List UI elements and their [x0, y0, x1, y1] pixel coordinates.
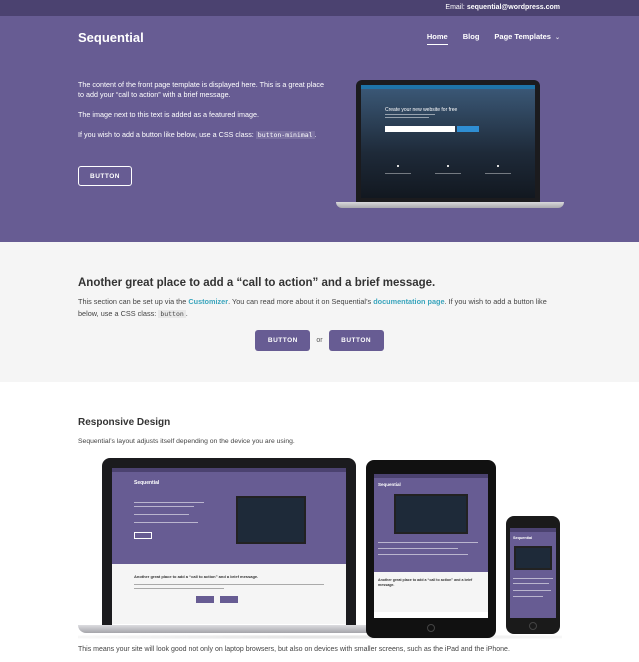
contact-email[interactable]: Email: sequential@wordpress.com [445, 4, 560, 11]
preview-button [196, 596, 214, 603]
customizer-link[interactable]: Customizer [188, 297, 228, 306]
hero-paragraph-1: The content of the front page template i… [78, 80, 324, 99]
phone-preview: Sequential [510, 528, 556, 618]
preview-cta-title: Another great place to add a “call to ac… [134, 574, 259, 579]
phone-home-button [529, 622, 537, 630]
main-navigation: Home Blog Page Templates ⌄ [426, 32, 560, 45]
top-bar: Email: sequential@wordpress.com [0, 0, 639, 16]
cta-button-2[interactable]: BUTTON [328, 330, 384, 351]
hero-text: The content of the front page template i… [78, 80, 328, 150]
preview-cta: Another great place to add a “call to ac… [374, 572, 488, 612]
preview-button [220, 596, 238, 603]
preview-line [378, 548, 458, 549]
device-tablet: Sequential Another great place to add a … [366, 460, 496, 638]
preview-laptop [514, 546, 552, 570]
hero-paragraph-3-end: . [314, 130, 317, 139]
responsive-devices-image: Sequential Another great place to add a … [78, 458, 562, 640]
or-label: or [316, 337, 323, 344]
hero-paragraph-3: If you wish to add a button like below, … [78, 130, 328, 140]
screen-input [385, 126, 455, 132]
preview-line [513, 596, 543, 597]
tablet-preview: Sequential Another great place to add a … [374, 474, 488, 618]
documentation-link[interactable]: documentation page [373, 297, 444, 306]
hero-button[interactable]: BUTTON [78, 166, 132, 186]
device-laptop: Sequential Another great place to add a … [102, 458, 356, 628]
responsive-title: Responsive Design [78, 417, 171, 428]
preview-line [378, 542, 478, 543]
laptop-base [336, 202, 564, 208]
preview-line [134, 502, 204, 503]
screen-feature-icon [497, 165, 499, 167]
preview-logo: Sequential [378, 482, 401, 487]
preview-logo: Sequential [134, 480, 160, 486]
cta-title: Another great place to add a “call to ac… [78, 277, 436, 289]
screen-feature-text [435, 173, 461, 174]
nav-home[interactable]: Home [426, 32, 448, 45]
hero-paragraph-2: The image next to this text is added as … [78, 110, 259, 119]
cta-button-1[interactable]: BUTTON [255, 330, 311, 351]
preview-line [378, 554, 468, 555]
preview-line [134, 584, 324, 585]
tablet-home-button [427, 624, 435, 632]
device-phone: Sequential [506, 516, 560, 634]
preview-line [134, 522, 198, 523]
preview-line [134, 506, 194, 507]
preview-line [513, 578, 553, 579]
nav-page-templates-label: Page Templates [494, 32, 551, 41]
featured-image-laptop: Create your new website for free [336, 80, 564, 210]
cta-description: This section can be set up via the Custo… [78, 296, 568, 320]
responsive-footnote: This means your site will look good not … [78, 646, 510, 653]
screen-title: Create your new website for free [385, 107, 458, 113]
preview-hero: Sequential [374, 478, 488, 572]
site-logo[interactable]: Sequential [78, 30, 144, 45]
laptop-screen: Create your new website for free [361, 85, 535, 198]
css-class-code: button-minimal [255, 131, 315, 139]
preview-laptop [236, 496, 306, 544]
screen-feature-icon [397, 165, 399, 167]
screen-line [385, 114, 435, 115]
preview-hero: Sequential [112, 472, 346, 564]
hero-paragraph-3-text: If you wish to add a button like below, … [78, 130, 254, 139]
screen-feature-text [485, 173, 511, 174]
preview-line [134, 588, 224, 589]
nav-page-templates[interactable]: Page Templates ⌄ [494, 32, 560, 45]
hero-section: Sequential Home Blog Page Templates ⌄ The… [0, 16, 639, 242]
laptop-lid: Create your new website for free [356, 80, 540, 203]
email-address[interactable]: sequential@wordpress.com [467, 4, 560, 11]
cta-buttons: BUTTON or BUTTON [0, 330, 639, 351]
cta-desc-text: . [185, 309, 188, 318]
cta-desc-text: This section can be set up via the [78, 297, 187, 306]
preview-hero: Sequential [510, 532, 556, 618]
preview-button [134, 532, 152, 539]
laptop-base [78, 625, 380, 633]
preview-cta: Another great place to add a “call to ac… [112, 564, 346, 624]
laptop-preview: Sequential Another great place to add a … [112, 468, 346, 628]
chevron-down-icon: ⌄ [554, 35, 560, 41]
screen-feature-icon [447, 165, 449, 167]
screen-button [457, 126, 479, 132]
preview-line [513, 583, 549, 584]
cta-section: Another great place to add a “call to ac… [0, 242, 639, 382]
preview-line [134, 514, 189, 515]
preview-cta-title: Another great place to add a “call to ac… [378, 578, 473, 587]
screen-feature-text [385, 173, 411, 174]
responsive-description: Sequential’s layout adjusts itself depen… [78, 438, 295, 445]
screen-topbar [361, 85, 535, 89]
css-class-code: button [158, 310, 186, 318]
preview-laptop [394, 494, 468, 534]
email-label: Email: [445, 4, 465, 11]
nav-blog[interactable]: Blog [463, 32, 480, 45]
preview-logo: Sequential [513, 536, 533, 540]
cta-desc-text: . You can read more about it on Sequenti… [228, 297, 372, 306]
screen-line [385, 117, 429, 118]
preview-line [513, 590, 551, 591]
